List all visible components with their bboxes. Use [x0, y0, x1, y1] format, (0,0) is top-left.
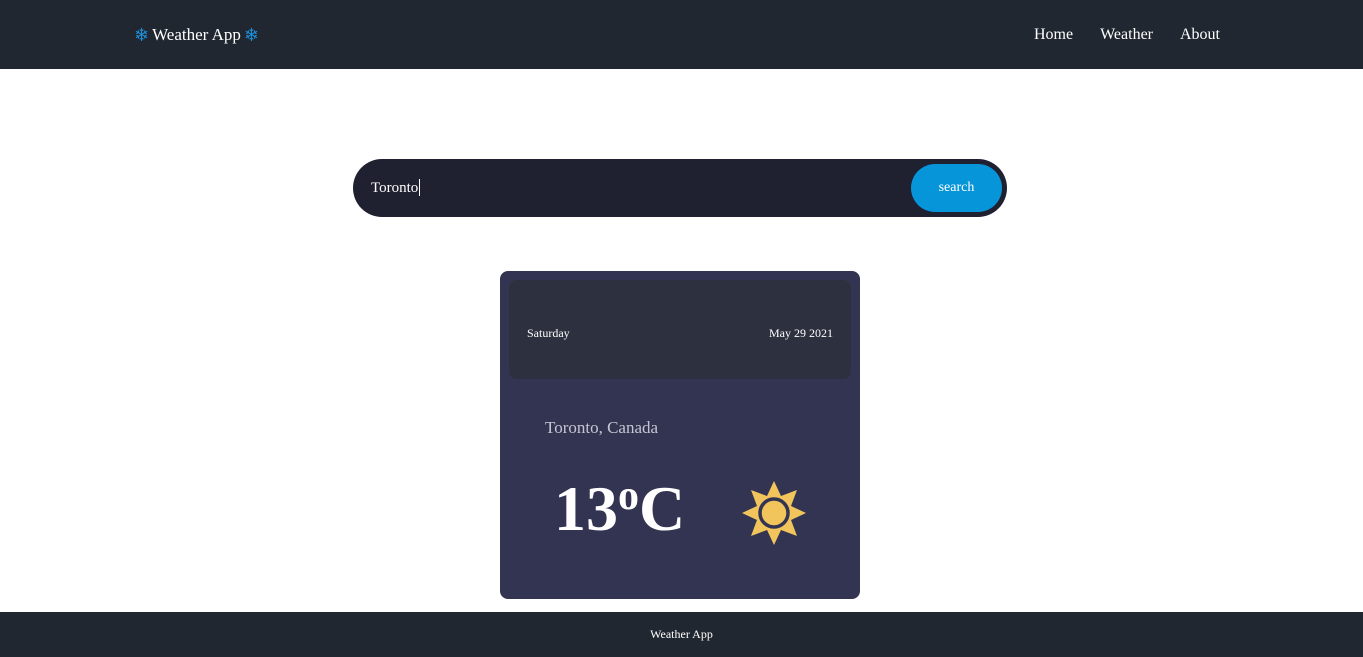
footer-text: Weather App: [650, 627, 713, 641]
weather-card-header: Saturday May 29 2021: [509, 280, 851, 379]
footer: Weather App: [0, 612, 1363, 657]
weather-card: Saturday May 29 2021 Toronto, Canada 13 …: [500, 271, 860, 599]
location-label: Toronto, Canada: [545, 418, 659, 437]
nav-weather-link[interactable]: Weather: [1100, 26, 1153, 44]
snowflake-icon: ❄: [243, 24, 259, 46]
temperature-value: 13: [554, 473, 618, 544]
search-button[interactable]: search: [911, 164, 1002, 212]
degree-symbol: o: [618, 473, 639, 519]
nav-links: Home Weather About: [1007, 22, 1220, 48]
nav-about-link[interactable]: About: [1180, 26, 1220, 44]
brand-link[interactable]: ❄ Weather App ❄: [134, 22, 259, 48]
city-search-input[interactable]: [371, 159, 891, 217]
search-bar: [353, 159, 1007, 217]
day-label: Saturday: [527, 326, 570, 340]
snowflake-icon: ❄: [134, 24, 150, 46]
brand-title: Weather App: [152, 25, 241, 44]
date-label: May 29 2021: [769, 326, 833, 340]
nav-home-link[interactable]: Home: [1034, 26, 1073, 44]
temperature-unit: C: [639, 473, 686, 544]
navbar: ❄ Weather App ❄ Home Weather About: [0, 0, 1363, 69]
sun-icon: [742, 481, 806, 545]
temperature-display: 13 o C: [554, 471, 685, 547]
text-caret: [419, 179, 420, 196]
